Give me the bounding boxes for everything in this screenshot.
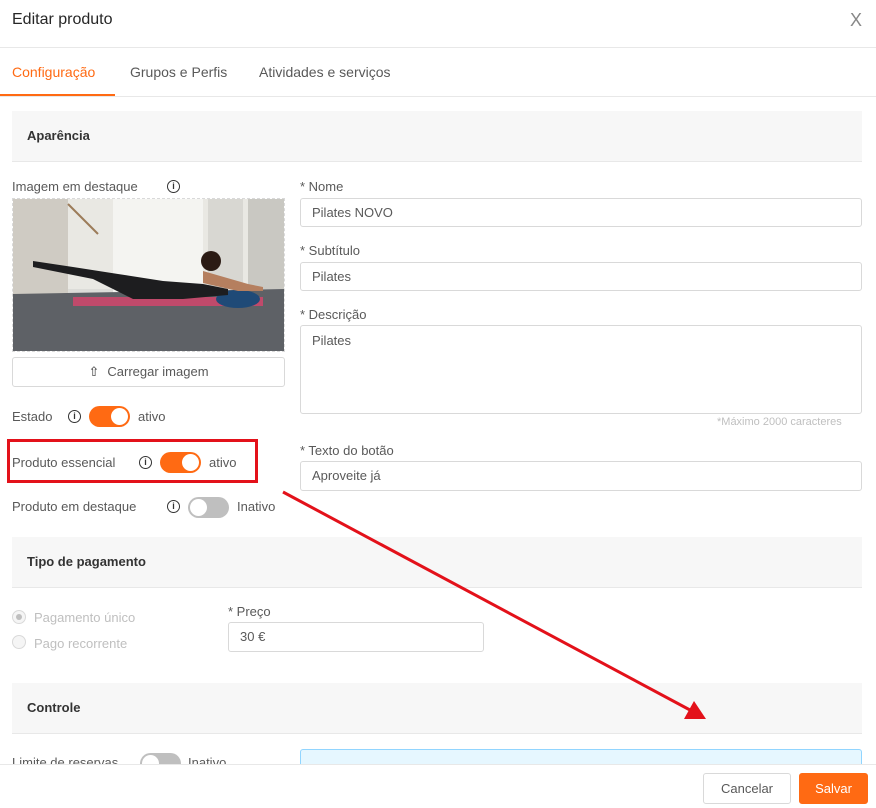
- toggle-knob: [111, 408, 128, 425]
- form-body[interactable]: Aparência Imagem em destaque i ⇧ Carregar…: [0, 97, 876, 764]
- upload-icon: ⇧: [88, 364, 100, 379]
- limite-value: Inativo: [188, 755, 227, 764]
- dialog-header: Editar produto X: [0, 0, 876, 48]
- descricao-hint: *Máximo 2000 caracteres: [717, 416, 842, 428]
- nome-input[interactable]: Pilates NOVO: [300, 198, 862, 227]
- annotation-highlight-box: [7, 439, 258, 483]
- info-icon[interactable]: i: [68, 410, 81, 423]
- preco-label: * Preço: [228, 604, 271, 619]
- subtitulo-input[interactable]: Pilates: [300, 262, 862, 291]
- section-title: Tipo de pagamento: [27, 554, 146, 569]
- tab-grupos-perfis[interactable]: Grupos e Perfis: [130, 64, 227, 80]
- section-title: Controle: [27, 700, 81, 715]
- image-label: Imagem em destaque: [12, 179, 138, 194]
- estado-toggle[interactable]: [89, 406, 130, 427]
- section-title: Aparência: [27, 128, 90, 143]
- estado-value: ativo: [138, 409, 166, 424]
- nome-label: * Nome: [300, 179, 344, 194]
- tab-configuracao[interactable]: Configuração: [12, 64, 95, 80]
- toggle-knob: [142, 755, 159, 764]
- section-controle: Controle: [12, 683, 862, 734]
- save-button[interactable]: Salvar: [799, 773, 868, 804]
- info-icon[interactable]: i: [167, 500, 180, 513]
- upload-label: Carregar imagem: [107, 364, 209, 379]
- subtitulo-label: * Subtítulo: [300, 243, 360, 258]
- dialog-title: Editar produto: [12, 11, 113, 28]
- descricao-textarea[interactable]: Pilates: [300, 325, 862, 414]
- info-alert: [300, 749, 862, 764]
- botao-input[interactable]: Aproveite já: [300, 461, 862, 491]
- limite-toggle[interactable]: [140, 753, 181, 764]
- destaque-label: Produto em destaque: [12, 499, 137, 514]
- upload-image-button[interactable]: ⇧ Carregar imagem: [12, 357, 285, 387]
- destaque-toggle[interactable]: [188, 497, 229, 518]
- limite-label: Limite de reservas: [12, 755, 119, 764]
- section-tipo-pagamento: Tipo de pagamento: [12, 537, 862, 588]
- dialog-footer: Cancelar Salvar: [0, 764, 876, 808]
- featured-image[interactable]: [12, 198, 285, 352]
- preco-input[interactable]: 30 €: [228, 622, 484, 652]
- radio-pago-recorrente[interactable]: [12, 635, 26, 649]
- botao-label: * Texto do botão: [300, 443, 394, 458]
- tab-atividades-servicos[interactable]: Atividades e serviços: [259, 64, 391, 80]
- tab-bar: Configuração Grupos e Perfis Atividades …: [0, 48, 876, 97]
- cancel-button[interactable]: Cancelar: [703, 773, 791, 804]
- info-icon[interactable]: i: [167, 180, 180, 193]
- descricao-label: * Descrição: [300, 307, 367, 322]
- radio-pago-recorrente-label: Pago recorrente: [34, 636, 128, 651]
- toggle-knob: [190, 499, 207, 516]
- active-tab-indicator: [0, 94, 115, 96]
- close-icon[interactable]: X: [846, 10, 866, 32]
- destaque-value: Inativo: [237, 499, 276, 514]
- radio-pagamento-unico-label: Pagamento único: [34, 610, 136, 625]
- estado-label: Estado: [12, 409, 53, 424]
- section-aparencia: Aparência: [12, 111, 862, 162]
- pilates-photo: [13, 199, 284, 351]
- radio-pagamento-unico[interactable]: [12, 610, 26, 624]
